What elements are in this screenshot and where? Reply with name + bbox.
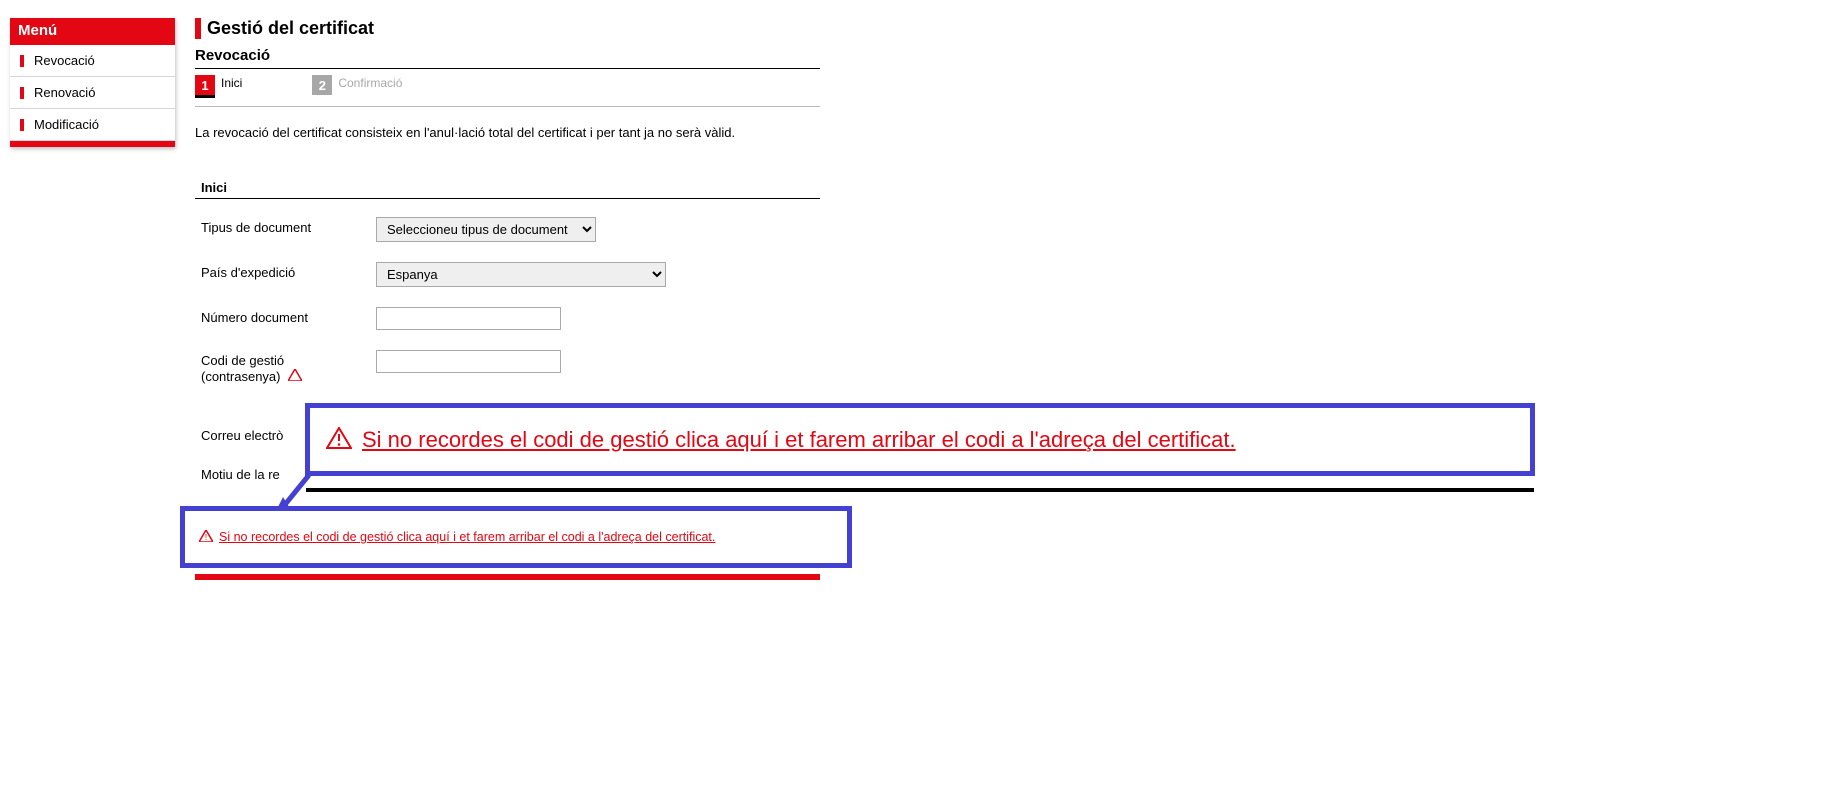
menu-title: Menú [10, 18, 175, 45]
label-doc-type: Tipus de document [201, 217, 376, 236]
svg-text:!: ! [205, 533, 207, 542]
bottom-red-bar [195, 574, 820, 580]
step-2: 2 Confirmació [312, 75, 402, 95]
sidebar-item-label: Modificació [34, 117, 99, 132]
main-content: Gestió del certificat Revocació 1 Inici … [195, 18, 820, 580]
sidebar-item-label: Renovació [34, 85, 95, 100]
step-num-2: 2 [312, 75, 332, 95]
input-doc-num[interactable] [376, 307, 561, 330]
long-hr [306, 488, 1534, 492]
step-label-1: Inici [221, 75, 242, 90]
bullet-icon [20, 119, 24, 131]
intro-text: La revocació del certificat consisteix e… [195, 125, 820, 140]
label-mgmt-code: Codi de gestió (contrasenya) [201, 350, 376, 385]
annotation-callout-large: Si no recordes el codi de gestió clica a… [305, 403, 1535, 476]
step-label-2: Confirmació [338, 75, 402, 90]
sidebar-menu: Menú Revocació Renovació Modificació [10, 18, 175, 147]
label-country: País d'expedició [201, 262, 376, 281]
warning-icon [288, 369, 302, 385]
page-subtitle: Revocació [195, 47, 820, 69]
step-1: 1 Inici [195, 75, 242, 98]
sidebar-item-modificacio[interactable]: Modificació [10, 109, 175, 141]
step-num-1: 1 [195, 75, 215, 98]
bullet-icon [20, 87, 24, 99]
sidebar-item-renovacio[interactable]: Renovació [10, 77, 175, 109]
page-title: Gestió del certificat [195, 18, 820, 39]
wizard-steps: 1 Inici 2 Confirmació [195, 69, 820, 107]
forgot-code-link-large[interactable]: Si no recordes el codi de gestió clica a… [362, 427, 1236, 453]
bullet-icon [20, 55, 24, 67]
input-mgmt-code[interactable] [376, 350, 561, 373]
warning-icon: ! [199, 530, 213, 545]
select-doc-type[interactable]: Seleccioneu tipus de document [376, 217, 596, 242]
annotation-callout-small: ! Si no recordes el codi de gestió clica… [180, 506, 852, 568]
sidebar-item-label: Revocació [34, 53, 95, 68]
section-header: Inici [195, 180, 820, 199]
sidebar-footer-bar [10, 141, 175, 147]
label-doc-num: Número document [201, 307, 376, 326]
sidebar-item-revocacio[interactable]: Revocació [10, 45, 175, 77]
select-country[interactable]: Espanya [376, 262, 666, 287]
warning-icon [326, 427, 352, 452]
forgot-code-link-small[interactable]: Si no recordes el codi de gestió clica a… [219, 530, 715, 544]
